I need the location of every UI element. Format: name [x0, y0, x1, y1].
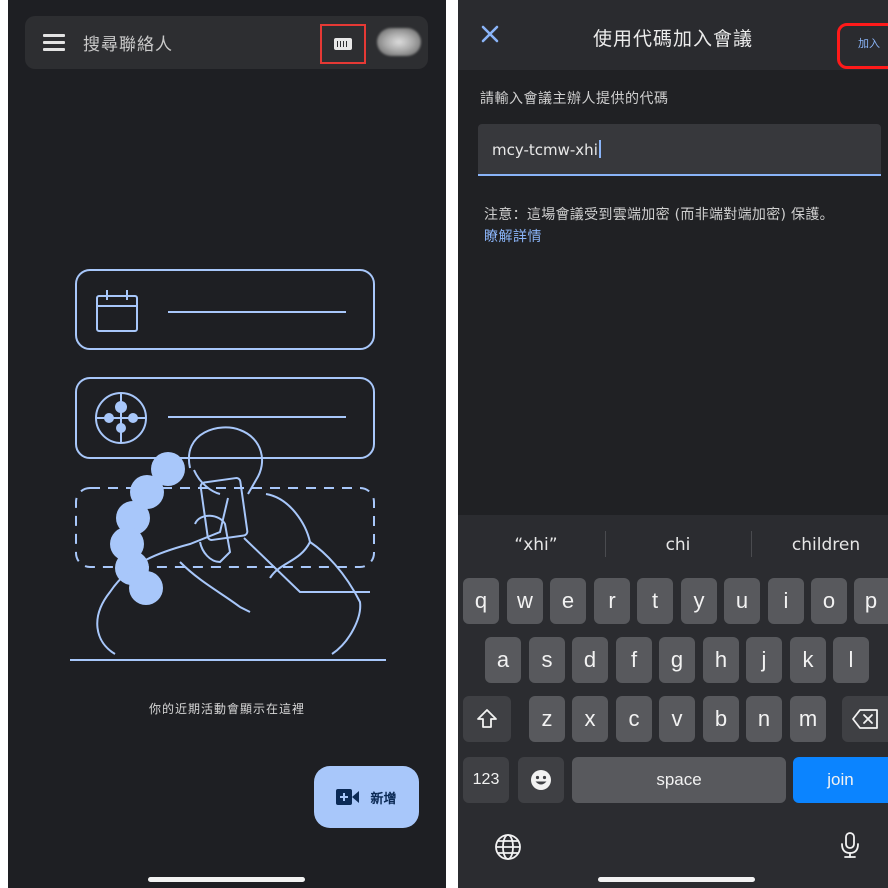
globe-icon[interactable] — [494, 833, 522, 861]
meeting-code-input[interactable]: mcy-tcmw-xhi — [478, 124, 881, 176]
join-key[interactable]: join — [793, 757, 888, 803]
code-prompt: 請輸入會議主辦人提供的代碼 — [480, 91, 669, 107]
fab-label: 新增 — [370, 791, 397, 807]
bead-chain-decoration — [110, 452, 185, 605]
calendar-icon — [96, 290, 138, 332]
key-j[interactable]: j — [746, 637, 782, 683]
suggestion-divider — [751, 531, 752, 557]
key-b[interactable]: b — [703, 696, 739, 742]
text-caret — [598, 140, 601, 158]
key-h[interactable]: h — [703, 637, 739, 683]
shift-key[interactable] — [463, 696, 511, 742]
key-d[interactable]: d — [572, 637, 608, 683]
meet-home-screen: 搜尋聯絡人 你的近期活動會顯示在這裡 新增 — [8, 0, 446, 888]
new-meeting-fab[interactable]: 新增 — [314, 766, 419, 828]
key-g[interactable]: g — [659, 637, 695, 683]
join-button[interactable]: 加入 — [837, 23, 888, 69]
search-placeholder[interactable]: 搜尋聯絡人 — [83, 30, 173, 55]
avatar[interactable] — [377, 28, 421, 56]
key-c[interactable]: c — [616, 696, 652, 742]
home-indicator — [148, 877, 305, 882]
learn-more-link[interactable]: 瞭解詳情 — [484, 226, 542, 246]
key-y[interactable]: y — [681, 578, 717, 624]
encryption-notice: 注意：這場會議受到雲端加密 (而非端對端加密) 保護。 — [484, 207, 834, 223]
video-add-icon — [336, 789, 360, 805]
key-p[interactable]: p — [854, 578, 888, 624]
key-a[interactable]: a — [485, 637, 521, 683]
key-r[interactable]: r — [594, 578, 630, 624]
key-m[interactable]: m — [790, 696, 826, 742]
numbers-key[interactable]: 123 — [463, 757, 509, 803]
meeting-code-value: mcy-tcmw-xhi — [492, 141, 598, 159]
key-f[interactable]: f — [616, 637, 652, 683]
contact-search-bar[interactable]: 搜尋聯絡人 — [25, 16, 428, 69]
keyboard-icon — [334, 38, 352, 50]
key-o[interactable]: o — [811, 578, 847, 624]
key-s[interactable]: s — [529, 637, 565, 683]
microphone-icon[interactable] — [836, 831, 864, 859]
home-indicator — [598, 877, 755, 882]
key-x[interactable]: x — [572, 696, 608, 742]
backspace-key[interactable] — [842, 696, 888, 742]
empty-state-illustration — [70, 269, 386, 661]
emoji-icon — [531, 770, 551, 790]
key-e[interactable]: e — [550, 578, 586, 624]
key-q[interactable]: q — [463, 578, 499, 624]
hamburger-icon[interactable] — [43, 34, 65, 51]
key-l[interactable]: l — [833, 637, 869, 683]
dialpad-keyboard-button[interactable] — [320, 24, 366, 64]
key-n[interactable]: n — [746, 696, 782, 742]
suggestion-divider — [605, 531, 606, 557]
key-v[interactable]: v — [659, 696, 695, 742]
emoji-key[interactable] — [518, 757, 564, 803]
key-i[interactable]: i — [768, 578, 804, 624]
shift-icon — [477, 709, 497, 728]
join-with-code-screen: 使用代碼加入會議 加入 請輸入會議主辦人提供的代碼 mcy-tcmw-xhi 注… — [458, 0, 888, 888]
suggestion-2[interactable]: chi — [628, 535, 728, 555]
page-title: 使用代碼加入會議 — [592, 28, 753, 50]
empty-state-text: 你的近期活動會顯示在這裡 — [148, 702, 305, 716]
suggestion-3[interactable]: children — [776, 535, 876, 555]
calendar-card-outline — [75, 269, 375, 350]
key-k[interactable]: k — [790, 637, 826, 683]
top-app-bar: 使用代碼加入會議 加入 — [458, 0, 888, 70]
key-w[interactable]: w — [507, 578, 543, 624]
backspace-icon — [852, 709, 878, 729]
suggestion-1[interactable]: “xhi” — [486, 535, 586, 555]
key-t[interactable]: t — [637, 578, 673, 624]
key-u[interactable]: u — [724, 578, 760, 624]
space-key[interactable]: space — [572, 757, 786, 803]
key-z[interactable]: z — [529, 696, 565, 742]
people-circle-icon — [95, 392, 147, 444]
onscreen-keyboard: “xhi” chi children q w e r t y u i o p a… — [458, 515, 888, 888]
